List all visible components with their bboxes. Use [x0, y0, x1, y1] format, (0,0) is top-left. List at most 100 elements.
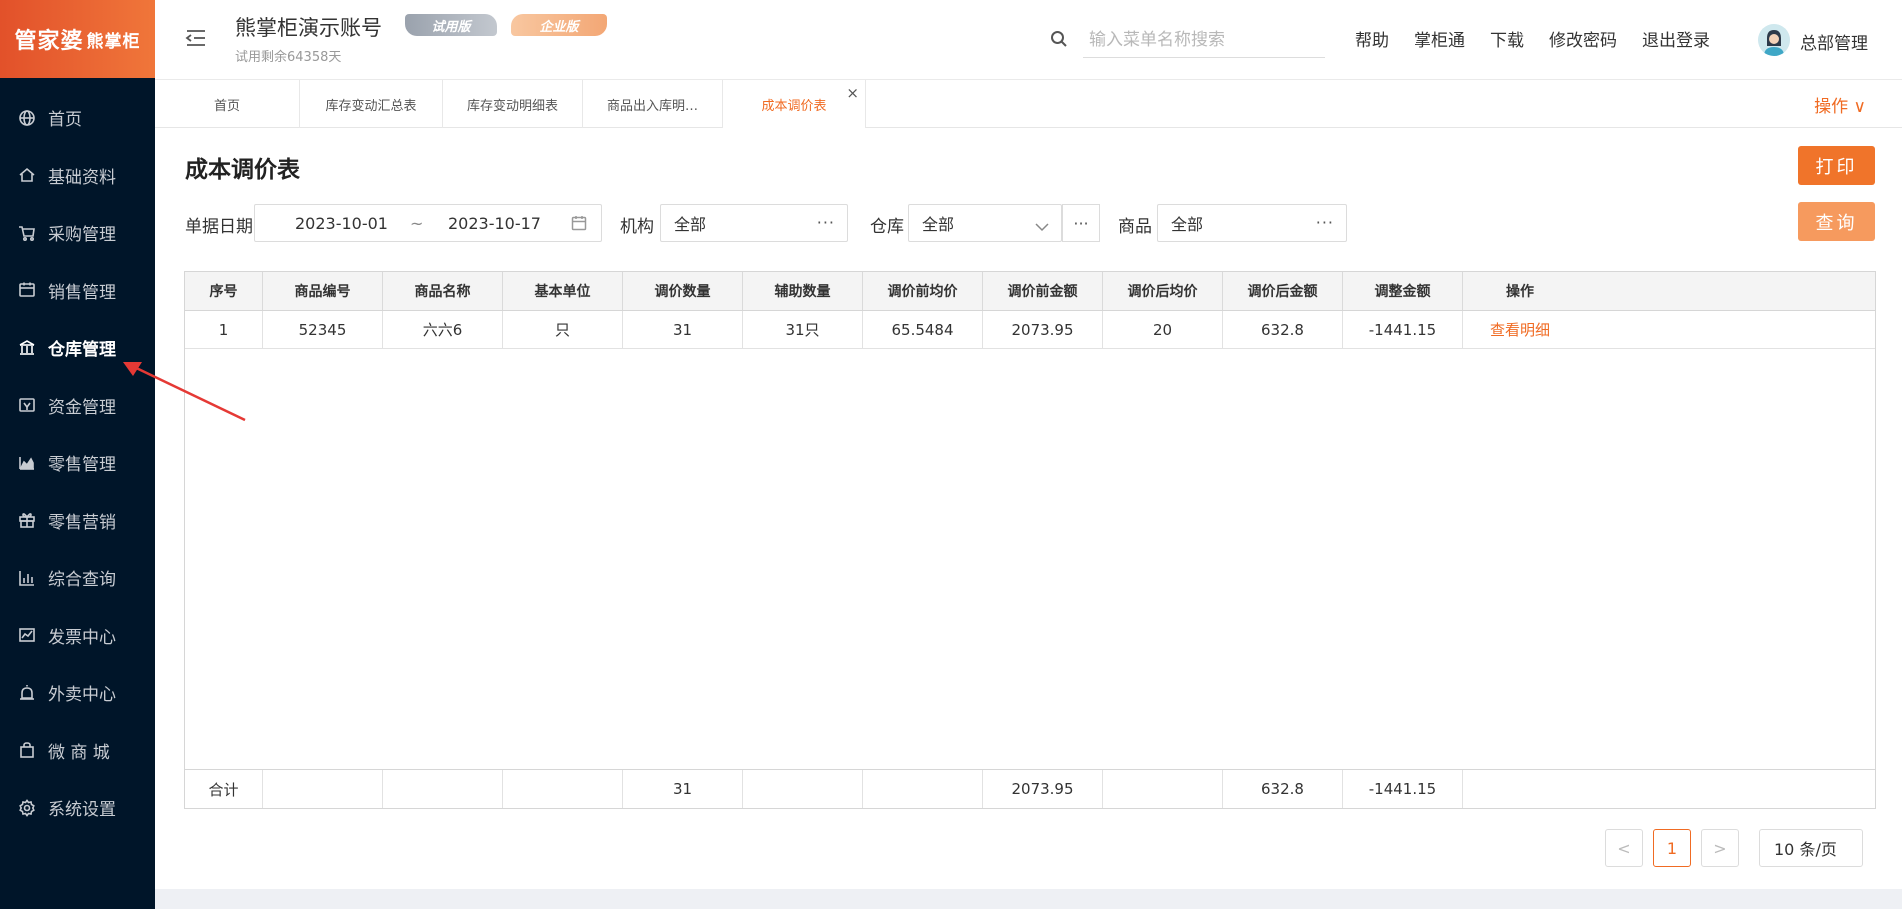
sidebar-item-9[interactable]: 发票中心: [0, 607, 155, 665]
column-header[interactable]: 商品名称: [383, 272, 503, 310]
sidebar-item-4[interactable]: 仓库管理: [0, 319, 155, 377]
org-select[interactable]: 全部 ···: [660, 204, 848, 242]
footer-cell: [863, 770, 983, 808]
sidebar-menu: 首页基础资料采购管理销售管理仓库管理 资金管理 零售管理零售营销综合查询 发票中心 外卖…: [0, 78, 155, 837]
user-name[interactable]: 总部管理: [1800, 29, 1868, 54]
help-link[interactable]: 帮助: [1355, 26, 1389, 51]
main-panel: 成本调价表 打印 查询 单据日期 2023-10-01 ~ 2023-10-17…: [155, 128, 1902, 889]
query-button[interactable]: 查询: [1798, 202, 1875, 241]
column-header[interactable]: 操作: [1463, 272, 1577, 310]
logout-link[interactable]: 退出登录: [1642, 26, 1710, 51]
column-header[interactable]: 辅助数量: [743, 272, 863, 310]
view-detail-link[interactable]: 查看明细: [1463, 311, 1577, 348]
table-cell: 65.5484: [863, 311, 983, 348]
table-row[interactable]: 1 52345 六六6 只 31 31只 65.5484 2073.95 20 632.8 -144…: [185, 311, 1875, 349]
table-cell: -1441.15: [1343, 311, 1463, 348]
close-icon[interactable]: ×: [846, 84, 859, 102]
org-label: 机构: [620, 217, 654, 237]
warehouse-more-button[interactable]: ···: [1062, 204, 1100, 242]
next-page-button[interactable]: >: [1701, 829, 1739, 867]
sidebar-item-7[interactable]: 零售营销: [0, 492, 155, 550]
print-button[interactable]: 打印: [1798, 146, 1875, 185]
avatar[interactable]: [1758, 24, 1790, 56]
column-header[interactable]: 商品编号: [263, 272, 383, 310]
sidebar: 管家婆 熊掌柜 首页 基础资料 采购管理 销售管理 仓库管理 资金管理 零售管理 零售营销 综合…: [0, 0, 155, 909]
warehouse-label: 仓库: [870, 217, 904, 237]
calendar-icon[interactable]: [571, 215, 587, 231]
sidebar-item-8[interactable]: 综合查询: [0, 549, 155, 607]
footer-cell: 31: [623, 770, 743, 808]
column-header[interactable]: 基本单位: [503, 272, 623, 310]
page-number-button[interactable]: 1: [1653, 829, 1691, 867]
org-more-icon[interactable]: ···: [817, 213, 835, 232]
tab-home[interactable]: 首页: [155, 80, 300, 128]
sidebar-item-6[interactable]: 零售管理: [0, 434, 155, 492]
enterprise-badge: 企业版: [511, 14, 607, 36]
sidebar-item-label: 采购管理: [48, 225, 116, 246]
page-tabs: 首页 库存变动汇总表 库存变动明细表 商品出入库明… 成本调价表 × 操作 ∨: [155, 80, 1902, 128]
goods-more-icon[interactable]: ···: [1316, 213, 1334, 232]
date-label: 单据日期: [185, 217, 253, 237]
operations-menu[interactable]: 操作 ∨: [1814, 92, 1866, 117]
footer-cell: [383, 770, 503, 808]
search-icon[interactable]: [1050, 30, 1068, 48]
sidebar-item-2[interactable]: 采购管理: [0, 204, 155, 262]
table-cell: 52345: [263, 311, 383, 348]
date-to[interactable]: 2023-10-17: [448, 214, 541, 233]
sidebar-item-label: 基础资料: [48, 167, 116, 188]
table-cell: 20: [1103, 311, 1223, 348]
page-size-select[interactable]: 10 条/页: [1759, 829, 1863, 867]
sidebar-item-11[interactable]: 微 商 城: [0, 722, 155, 780]
wallet-icon: [18, 396, 36, 414]
date-range-picker[interactable]: 2023-10-01 ~ 2023-10-17: [254, 204, 602, 242]
sidebar-item-5[interactable]: 资金管理: [0, 377, 155, 435]
prev-page-button[interactable]: <: [1605, 829, 1643, 867]
table-cell: 632.8: [1223, 311, 1343, 348]
page-title: 成本调价表: [185, 157, 300, 183]
tab-cost-adjustment[interactable]: 成本调价表 ×: [723, 80, 866, 128]
alarm-icon: [18, 684, 36, 702]
column-header[interactable]: 调价后均价: [1103, 272, 1223, 310]
column-header[interactable]: 调价后金额: [1223, 272, 1343, 310]
column-header[interactable]: 调整金额: [1343, 272, 1463, 310]
date-from[interactable]: 2023-10-01: [295, 214, 388, 233]
sidebar-item-1[interactable]: 基础资料: [0, 147, 155, 205]
tab-inventory-detail[interactable]: 库存变动明细表: [443, 80, 583, 128]
sidebar-item-3[interactable]: 销售管理: [0, 262, 155, 320]
sidebar-item-0[interactable]: 首页: [0, 89, 155, 147]
column-header[interactable]: 调价前均价: [863, 272, 983, 310]
menu-collapse-icon[interactable]: [185, 28, 207, 48]
tab-goods-in-out[interactable]: 商品出入库明…: [583, 80, 723, 128]
menu-search-input[interactable]: [1083, 22, 1325, 58]
footer-cell: [263, 770, 383, 808]
warehouse-select[interactable]: 全部: [908, 204, 1062, 242]
sidebar-item-label: 首页: [48, 110, 82, 131]
column-header[interactable]: 调价前金额: [983, 272, 1103, 310]
table-footer: 合计 31 2073.95 632.8 -1441.15: [185, 769, 1875, 808]
sidebar-item-10[interactable]: 外卖中心: [0, 664, 155, 722]
bank-icon: [18, 339, 36, 357]
chevron-down-icon[interactable]: [1035, 217, 1049, 232]
download-link[interactable]: 下载: [1490, 26, 1524, 51]
change-password-link[interactable]: 修改密码: [1549, 26, 1617, 51]
trial-badge: 试用版: [405, 14, 497, 36]
sidebar-item-label: 零售营销: [48, 512, 116, 533]
sidebar-item-label: 系统设置: [48, 800, 116, 821]
globe-icon: [18, 109, 36, 127]
bar-chart-icon: [18, 569, 36, 587]
home-icon: [18, 166, 36, 184]
column-header[interactable]: 调价数量: [623, 272, 743, 310]
calendar-icon: [18, 281, 36, 299]
account-title: 熊掌柜演示账号: [235, 16, 382, 40]
zhanggui-tong-link[interactable]: 掌柜通: [1414, 26, 1465, 51]
footer-cell: 2073.95: [983, 770, 1103, 808]
sidebar-item-12[interactable]: 系统设置: [0, 779, 155, 837]
cost-adjustment-table: 序号 商品编号 商品名称 基本单位 调价数量 辅助数量 调价前均价 调价前金额 调价后均价 调价后…: [184, 271, 1876, 809]
column-header[interactable]: 序号: [185, 272, 263, 310]
tab-inventory-summary[interactable]: 库存变动汇总表: [300, 80, 443, 128]
sidebar-item-label: 销售管理: [48, 282, 116, 303]
chart-area-icon: [18, 454, 36, 472]
footer-cell: [503, 770, 623, 808]
warehouse-value: 全部: [922, 215, 955, 234]
goods-select[interactable]: 全部 ···: [1157, 204, 1347, 242]
